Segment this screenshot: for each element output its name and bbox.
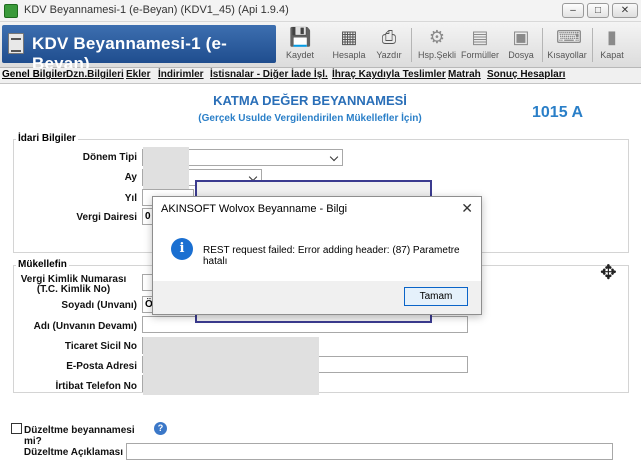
- redacted-area: [143, 147, 189, 169]
- tab-dzn-bilgileri[interactable]: Dzn.Bilgileri: [66, 69, 124, 80]
- gears-icon: ⚙: [428, 27, 446, 47]
- file-label: Dosya: [508, 50, 534, 60]
- tab-genel-bilgiler[interactable]: Genel Bilgiler: [2, 69, 66, 80]
- tab-sonuc-hesaplari[interactable]: Sonuç Hesapları: [487, 69, 565, 80]
- shortcuts-label: Kısayollar: [547, 50, 587, 60]
- tab-ekler[interactable]: Ekler: [126, 69, 150, 80]
- save-label: Kaydet: [285, 50, 315, 60]
- calc-mode-button[interactable]: ⚙ Hsp.Şekli: [416, 24, 458, 66]
- tab-istisnalar[interactable]: İstisnalar - Diğer İade İşl.: [210, 69, 328, 80]
- file-button[interactable]: ▣ Dosya: [506, 24, 536, 66]
- formulas-button[interactable]: ▤ Formüller: [460, 24, 500, 66]
- help-icon[interactable]: ?: [154, 422, 167, 435]
- info-icon: i: [171, 238, 193, 260]
- eposta-label: E-Posta Adresi: [66, 361, 137, 372]
- form-subheading: (Gerçek Usulde Vergilendirilen Mükellefl…: [198, 113, 422, 124]
- document-icon: [8, 33, 24, 54]
- dialog-close-icon[interactable]: ✕: [461, 200, 473, 217]
- redacted-area: [143, 337, 319, 395]
- soyadi-label: Soyadı (Unvanı): [61, 300, 137, 311]
- donem-tipi-label: Dönem Tipi: [82, 152, 137, 163]
- calculate-button[interactable]: ▦ Hesapla: [330, 24, 368, 66]
- redacted-area: [143, 167, 189, 189]
- formulas-label: Formüller: [460, 50, 499, 60]
- dialog-footer: Tamam: [153, 281, 481, 314]
- exit-button[interactable]: ▮ Kapat: [597, 24, 627, 66]
- tab-indirimler[interactable]: İndirimler: [158, 69, 204, 80]
- ok-button[interactable]: Tamam: [404, 287, 468, 306]
- shortcuts-button[interactable]: ⌨ Kısayollar: [546, 24, 588, 66]
- vergi-dairesi-label: Vergi Dairesi: [76, 212, 137, 223]
- minimize-button[interactable]: –: [562, 3, 584, 18]
- dialog-title: AKINSOFT Wolvox Beyanname - Bilgi: [161, 203, 348, 215]
- calculate-label: Hesapla: [332, 50, 366, 60]
- file-icon: ▣: [512, 27, 530, 47]
- toolbar-separator: [542, 28, 543, 62]
- irtibat-telefon-label: İrtibat Telefon No: [55, 381, 137, 392]
- exit-door-icon: ▮: [607, 27, 617, 47]
- save-icon: 💾: [289, 27, 312, 47]
- window-titlebar: KDV Beyannamesi-1 (e-Beyan) (KDV1_45) (A…: [0, 0, 641, 22]
- close-window-button[interactable]: ✕: [612, 3, 638, 18]
- ticaret-sicil-label: Ticaret Sicil No: [64, 341, 137, 352]
- duzeltme-aciklama-label: Düzeltme Açıklaması: [23, 447, 123, 458]
- mukellef-title: Mükellefin: [16, 259, 69, 270]
- save-button[interactable]: 💾 Kaydet: [282, 24, 318, 66]
- info-dialog: AKINSOFT Wolvox Beyanname - Bilgi ✕ i RE…: [152, 196, 482, 315]
- maximize-button[interactable]: □: [587, 3, 609, 18]
- form-heading: KATMA DEĞER BEYANNAMESİ: [213, 93, 407, 108]
- duzeltme-checkbox[interactable]: [11, 423, 22, 434]
- window-title: KDV Beyannamesi-1 (e-Beyan) (KDV1_45) (A…: [24, 4, 289, 16]
- move-cursor-icon: ✥: [600, 262, 617, 284]
- tab-bar: Genel Bilgiler Dzn.Bilgileri Ekler İndir…: [0, 68, 641, 84]
- document-title-banner: KDV Beyannamesi-1 (e-Beyan): [2, 25, 276, 73]
- yil-label: Yıl: [124, 193, 137, 204]
- printer-icon: ⎙: [381, 27, 397, 47]
- app-icon: [4, 4, 18, 18]
- print-button[interactable]: ⎙ Yazdır: [373, 24, 405, 66]
- toolbar-separator: [411, 28, 412, 62]
- adi-label: Adı (Unvanın Devamı): [33, 321, 137, 332]
- dialog-message: REST request failed: Error adding header…: [203, 245, 460, 267]
- form-code: 1015 A: [532, 104, 583, 121]
- formulas-icon: ▤: [471, 27, 489, 47]
- app-header: KDV Beyannamesi-1 (e-Beyan) 💾 Kaydet ▦ H…: [0, 22, 641, 73]
- calc-mode-label: Hsp.Şekli: [417, 50, 456, 60]
- duzeltme-aciklama-input[interactable]: [126, 443, 613, 460]
- print-label: Yazdır: [376, 50, 402, 60]
- ay-label: Ay: [124, 172, 137, 183]
- calculator-icon: ▦: [340, 27, 358, 47]
- tab-ihrac-kaydiyla[interactable]: İhraç Kaydıyla Teslimler: [332, 69, 446, 80]
- exit-label: Kapat: [600, 50, 624, 60]
- shortcuts-icon: ⌨: [556, 27, 582, 47]
- toolbar-separator: [592, 28, 593, 62]
- tc-kimlik-label: (T.C. Kimlik No): [36, 284, 111, 295]
- idari-bilgiler-title: İdari Bilgiler: [16, 133, 78, 144]
- tab-matrah[interactable]: Matrah: [448, 69, 481, 80]
